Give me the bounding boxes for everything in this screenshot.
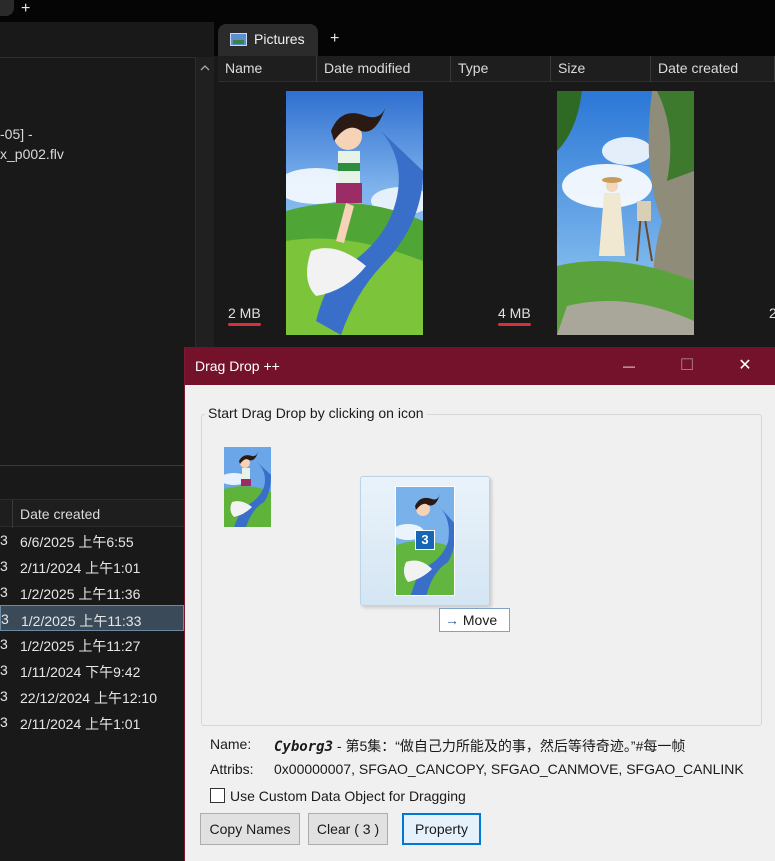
- column-partial[interactable]: [0, 500, 13, 528]
- size-underline-1: [228, 323, 261, 326]
- row-cell-partial: 3: [0, 662, 8, 678]
- row-date-created: 2/11/2024 上午1:01: [20, 560, 141, 576]
- tab-pictures[interactable]: Pictures: [218, 24, 318, 56]
- move-text: Move: [462, 612, 498, 628]
- maximize-button[interactable]: ☐: [658, 347, 716, 385]
- table-row[interactable]: 3 22/12/2024 上午12:10: [0, 683, 184, 709]
- new-tab-button-2[interactable]: +: [330, 31, 339, 47]
- maximize-icon: ☐: [679, 357, 695, 374]
- column-date-created-2[interactable]: Date created: [20, 506, 100, 522]
- name-label: Name:: [210, 736, 252, 752]
- top-tab-strip: [0, 0, 775, 22]
- thumbnail-size-3: 2: [769, 305, 775, 321]
- thumbnail-size-1: 2 MB: [228, 305, 261, 326]
- row-cell-partial: 3: [1, 611, 9, 627]
- row-cell-partial: 3: [0, 688, 8, 704]
- drag-count-badge: 3: [415, 530, 435, 550]
- column-date-modified[interactable]: Date modified: [317, 56, 451, 82]
- size-text-3: 2: [769, 305, 775, 321]
- thumbnail-image-1: [286, 91, 423, 335]
- dialog-title: Drag Drop ++: [195, 358, 280, 374]
- drag-source-image: [224, 447, 271, 527]
- row-date-created: 1/2/2025 上午11:33: [21, 613, 142, 629]
- table-row[interactable]: 3 1/2/2025 上午11:27: [0, 631, 184, 657]
- new-tab-button[interactable]: +: [21, 1, 30, 17]
- drop-effect-label: → Move: [439, 608, 510, 632]
- name-value: Cyborg3 - 第5集：“做自己力所能及的事，然后等待奇迹。”#每一帧: [274, 736, 764, 756]
- scroll-up-icon[interactable]: [196, 61, 215, 75]
- attribs-value: 0x00000007, SFGAO_CANCOPY, SFGAO_CANMOVE…: [274, 761, 744, 777]
- tab-pictures-label: Pictures: [254, 31, 305, 47]
- name-value-bold: Cyborg3: [274, 739, 334, 755]
- pictures-folder-icon: [230, 33, 247, 46]
- pictures-grid: 2 MB 4 MB 2: [218, 82, 775, 348]
- table-row[interactable]: 3 2/11/2024 上午1:01: [0, 553, 184, 579]
- close-icon: ✕: [738, 357, 752, 374]
- file-name-line-1[interactable]: -05] -: [0, 126, 33, 142]
- custom-data-object-label[interactable]: Use Custom Data Object for Dragging: [230, 788, 466, 804]
- copy-names-button[interactable]: Copy Names: [200, 813, 300, 845]
- thumbnail-size-2: 4 MB: [498, 305, 531, 326]
- left-file-pane: -05] - x_p002.flv: [0, 57, 195, 465]
- drag-drop-dialog: Drag Drop ++ — ☐ ✕ Start Drag Drop by cl…: [184, 347, 775, 861]
- row-date-created: 6/6/2025 上午6:55: [20, 534, 134, 550]
- move-arrow-icon: →: [445, 612, 459, 628]
- column-date-created[interactable]: Date created: [651, 56, 775, 82]
- file-name-line-2[interactable]: x_p002.flv: [0, 146, 64, 162]
- table-row[interactable]: 3 2/11/2024 上午1:01: [0, 709, 184, 735]
- name-value-rest: - 第5集：“做自己力所能及的事，然后等待奇迹。”#每一帧: [333, 738, 686, 754]
- minimize-button[interactable]: —: [600, 347, 658, 385]
- table-row-selected[interactable]: 3 1/2/2025 上午11:33: [0, 605, 184, 631]
- column-header-row: Name Date modified Type Size Date create…: [218, 56, 775, 82]
- dialog-title-bar[interactable]: Drag Drop ++ — ☐ ✕: [185, 347, 775, 385]
- row-cell-partial: 3: [0, 636, 8, 652]
- size-text-2: 4 MB: [498, 305, 531, 321]
- row-date-created: 1/11/2024 下午9:42: [20, 664, 141, 680]
- attribs-label: Attribs:: [210, 761, 254, 777]
- size-text-1: 2 MB: [228, 305, 261, 321]
- row-cell-partial: 3: [0, 584, 8, 600]
- image-thumbnail-2[interactable]: [557, 91, 694, 335]
- row-date-created: 1/2/2025 上午11:36: [20, 586, 141, 602]
- row-cell-partial: 3: [0, 558, 8, 574]
- close-button[interactable]: ✕: [716, 347, 774, 385]
- clear-button[interactable]: Clear ( 3 ): [308, 813, 388, 845]
- bottom-list-header: Date created: [0, 499, 184, 528]
- row-date-created: 22/12/2024 上午12:10: [20, 690, 157, 706]
- drag-source-icon[interactable]: [224, 447, 271, 527]
- property-button[interactable]: Property: [402, 813, 481, 845]
- table-row[interactable]: 3 1/2/2025 上午11:36: [0, 579, 184, 605]
- table-row[interactable]: 3 1/11/2024 下午9:42: [0, 657, 184, 683]
- size-underline-2: [498, 323, 531, 326]
- row-cell-partial: 3: [0, 532, 8, 548]
- custom-data-object-checkbox[interactable]: [210, 788, 225, 803]
- table-row[interactable]: 3 6/6/2025 上午6:55: [0, 527, 184, 553]
- row-date-created: 2/11/2024 上午1:01: [20, 716, 141, 732]
- row-date-created: 1/2/2025 上午11:27: [20, 638, 141, 654]
- column-name[interactable]: Name: [218, 56, 317, 82]
- column-size[interactable]: Size: [551, 56, 651, 82]
- column-type[interactable]: Type: [451, 56, 551, 82]
- row-cell-partial: 3: [0, 714, 8, 730]
- minimize-icon: —: [623, 359, 635, 373]
- image-thumbnail-1[interactable]: [286, 91, 423, 335]
- thumbnail-image-2: [557, 91, 694, 335]
- group-box-label: Start Drag Drop by clicking on icon: [205, 405, 427, 421]
